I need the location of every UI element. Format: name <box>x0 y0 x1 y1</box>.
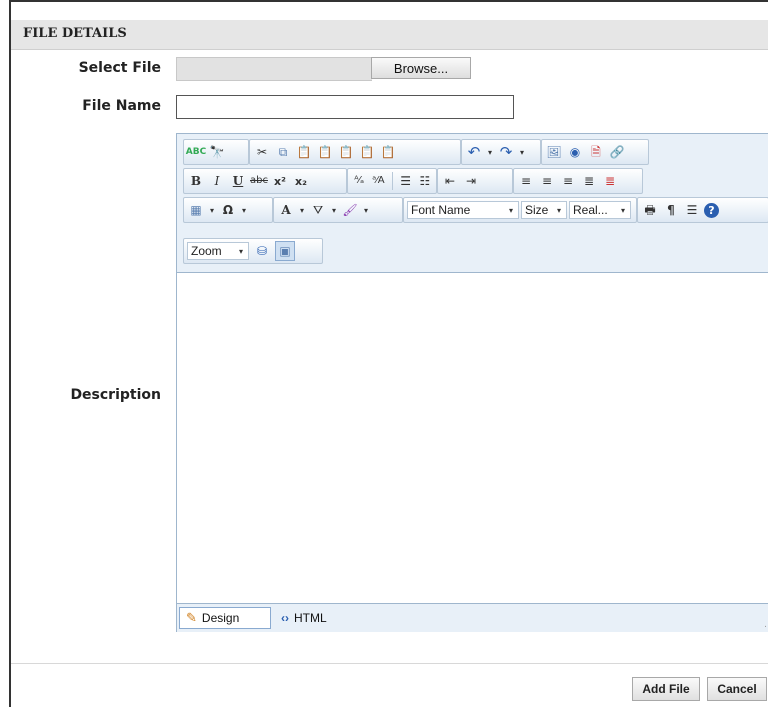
paste-options-icon[interactable]: 📋 <box>379 143 397 161</box>
select-file-label: Select File <box>78 60 161 76</box>
format-painter-icon[interactable]: 🖌 <box>341 201 359 219</box>
code-icon: ‹› <box>281 611 289 625</box>
toolbar-group-history: ↶ ▾ ↷ ▾ <box>461 139 541 165</box>
print-icon[interactable]: 🖶 <box>641 201 659 219</box>
toolbar-group-zoom: Zoom ▾ ⛁ ▣ <box>183 238 323 264</box>
table-icon[interactable]: ▦ <box>187 201 205 219</box>
font-color-dropdown-icon[interactable]: ▾ <box>298 206 306 215</box>
insert-line-icon[interactable]: ☰ <box>683 201 701 219</box>
spellcheck-icon[interactable]: ABC <box>186 143 206 161</box>
indent-icon[interactable]: ⇥ <box>462 172 480 190</box>
pencil-icon: ✎ <box>186 610 197 625</box>
zoom-value: Zoom <box>191 244 222 258</box>
rich-text-editor: ABC 🔭 ✂ ⧉ 📋 📋 📋 📋 📋 ↶ ▾ ↷ ▾ 🖼 ◉ 🗎 🔗 B I … <box>176 133 768 632</box>
paste-icon[interactable]: 📋 <box>295 143 313 161</box>
chevron-down-icon: ▾ <box>508 205 513 215</box>
module-manager-icon[interactable]: ⛁ <box>253 242 271 260</box>
align-right-icon[interactable]: ≡ <box>559 172 577 190</box>
subscript-icon[interactable]: x₂ <box>292 172 310 190</box>
design-mode-tab[interactable]: ✎ Design <box>179 607 271 629</box>
font-name-value: Font Name <box>411 203 471 217</box>
symbol-dropdown-icon[interactable]: ▾ <box>240 206 248 215</box>
zoom-select[interactable]: Zoom ▾ <box>187 242 249 260</box>
html-tab-label: HTML <box>294 611 327 625</box>
chevron-down-icon: ▾ <box>556 205 561 215</box>
find-replace-icon[interactable]: 🔭 <box>208 143 226 161</box>
toolbar-group-indent: ⇤ ⇥ <box>437 168 513 194</box>
strikethrough-icon[interactable]: abc <box>250 172 268 190</box>
flash-icon[interactable]: 🗎 <box>587 143 605 161</box>
paste-plain-text-icon[interactable]: 📋 <box>337 143 355 161</box>
convert-lowercase-icon[interactable]: ᴬ⁄ₐ <box>351 172 367 190</box>
file-name-label: File Name <box>82 98 161 114</box>
footer-divider <box>11 663 768 664</box>
panel-title: FILE DETAILS <box>23 26 127 41</box>
convert-uppercase-icon[interactable]: ᵃ⁄A <box>370 172 386 190</box>
outdent-icon[interactable]: ⇤ <box>441 172 459 190</box>
file-path-field[interactable] <box>176 57 372 81</box>
toggle-screen-icon[interactable]: ▣ <box>275 241 295 261</box>
file-details-panel: FILE DETAILS Select File Browse... File … <box>9 0 768 707</box>
paste-as-html-icon[interactable]: 📋 <box>358 143 376 161</box>
toolbar-group-format: B I U abc x² x₂ <box>183 168 347 194</box>
superscript-icon[interactable]: x² <box>271 172 289 190</box>
font-name-select[interactable]: Font Name ▾ <box>407 201 519 219</box>
toolbar-group-misc: 🖶 ¶ ☰ ? <box>637 197 768 223</box>
description-label: Description <box>70 387 161 403</box>
image-icon[interactable]: 🖼 <box>545 143 563 161</box>
font-size-value: Size <box>525 203 549 217</box>
numbered-list-icon[interactable]: ☰ <box>397 172 413 190</box>
browse-button[interactable]: Browse... <box>371 57 471 79</box>
symbol-icon[interactable]: Ω <box>219 201 237 219</box>
toolbar-group-clipboard: ✂ ⧉ 📋 📋 📋 📋 📋 <box>249 139 461 165</box>
hyperlink-icon[interactable]: 🔗 <box>608 143 626 161</box>
italic-icon[interactable]: I <box>208 172 226 190</box>
bold-icon[interactable]: B <box>187 172 205 190</box>
editor-content-area[interactable] <box>177 273 768 603</box>
align-left-icon[interactable]: ≡ <box>517 172 535 190</box>
table-dropdown-icon[interactable]: ▾ <box>208 206 216 215</box>
toolbar-group-spell: ABC 🔭 <box>183 139 249 165</box>
design-tab-label: Design <box>201 611 240 625</box>
toolbar-group-align: ≡ ≡ ≡ ≣ ≣ <box>513 168 643 194</box>
paste-from-word-icon[interactable]: 📋 <box>316 143 334 161</box>
toolbar-group-font: Font Name ▾ Size ▾ Real... ▾ <box>403 197 637 223</box>
remove-alignment-icon[interactable]: ≣ <box>601 172 619 190</box>
chevron-down-icon: ▾ <box>238 246 243 256</box>
media-icon[interactable]: ◉ <box>566 143 584 161</box>
toolbar-group-color: A ▾ ⛛ ▾ 🖌 ▾ <box>273 197 403 223</box>
undo-dropdown-icon[interactable]: ▾ <box>486 148 494 157</box>
format-painter-dropdown-icon[interactable]: ▾ <box>362 206 370 215</box>
background-color-icon[interactable]: ⛛ <box>309 201 327 219</box>
editor-toolbars: ABC 🔭 ✂ ⧉ 📋 📋 📋 📋 📋 ↶ ▾ ↷ ▾ 🖼 ◉ 🗎 🔗 B I … <box>177 134 768 273</box>
toolbar-group-insert: ▦ ▾ Ω ▾ <box>183 197 273 223</box>
editor-mode-bar: ✎ Design ‹› HTML ⋰ <box>177 603 768 632</box>
undo-icon[interactable]: ↶ <box>465 143 483 161</box>
cancel-button[interactable]: Cancel <box>707 677 767 701</box>
toolbar-group-media: 🖼 ◉ 🗎 🔗 <box>541 139 649 165</box>
panel-header: FILE DETAILS <box>11 20 768 50</box>
toolbar-group-case: ᴬ⁄ₐ ᵃ⁄A ☰ ☷ <box>347 168 437 194</box>
paragraph-style-select[interactable]: Real... ▾ <box>569 201 631 219</box>
help-icon[interactable]: ? <box>704 202 719 218</box>
cut-icon[interactable]: ✂ <box>253 143 271 161</box>
background-color-dropdown-icon[interactable]: ▾ <box>330 206 338 215</box>
bulleted-list-icon[interactable]: ☷ <box>417 172 433 190</box>
copy-icon[interactable]: ⧉ <box>274 143 292 161</box>
html-mode-tab[interactable]: ‹› HTML <box>275 607 355 629</box>
paragraph-style-value: Real... <box>573 203 608 217</box>
font-size-select[interactable]: Size ▾ <box>521 201 567 219</box>
redo-dropdown-icon[interactable]: ▾ <box>518 148 526 157</box>
font-color-icon[interactable]: A <box>277 201 295 219</box>
justify-icon[interactable]: ≣ <box>580 172 598 190</box>
underline-icon[interactable]: U <box>229 172 247 190</box>
align-center-icon[interactable]: ≡ <box>538 172 556 190</box>
chevron-down-icon: ▾ <box>620 205 625 215</box>
redo-icon[interactable]: ↷ <box>497 143 515 161</box>
add-file-button[interactable]: Add File <box>632 677 700 701</box>
file-name-input[interactable] <box>176 95 514 119</box>
paragraph-marks-icon[interactable]: ¶ <box>662 201 680 219</box>
resize-grip-icon[interactable]: ⋰ <box>764 619 768 629</box>
